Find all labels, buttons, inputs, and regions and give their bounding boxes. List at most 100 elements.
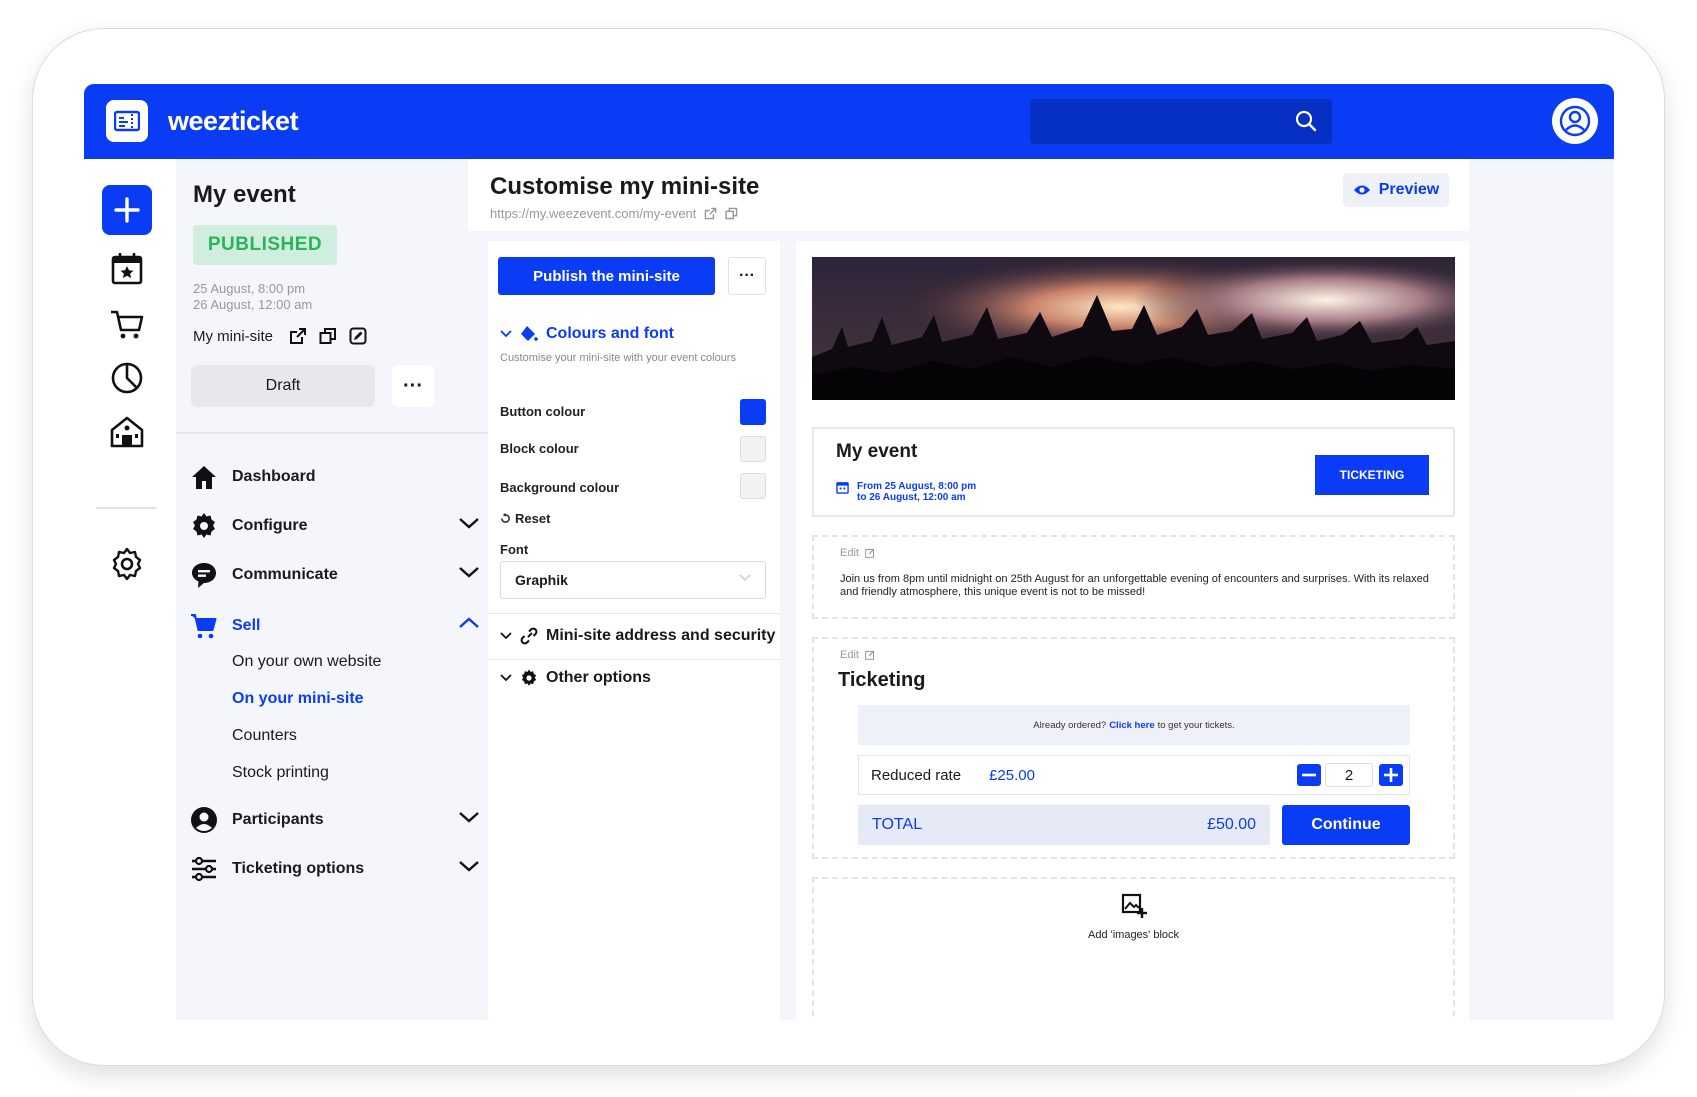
draft-button[interactable]: Draft	[191, 365, 375, 407]
user-circle-icon	[190, 806, 218, 834]
background-colour-label: Background colour	[500, 480, 620, 495]
background-colour-swatch[interactable]	[740, 473, 766, 499]
preview-label: Preview	[1378, 181, 1440, 198]
nav-configure-label: Configure	[232, 517, 308, 534]
add-images-block[interactable]: Add 'images' block	[812, 877, 1455, 1020]
nav-sell-label: Sell	[232, 617, 261, 634]
external-link-icon[interactable]	[704, 207, 717, 220]
publish-button[interactable]: Publish the mini-site	[498, 257, 715, 295]
app-window: weezticket My event PUBLISHED 25 August,…	[84, 84, 1614, 1020]
paint-bucket-icon	[521, 326, 538, 341]
preview-date-line1: From 25 August, 8:00 pm	[857, 481, 977, 492]
edit-ticketing[interactable]: Edit	[840, 649, 875, 661]
mini-site-url[interactable]: https://my.weezevent.com/my-event	[490, 206, 696, 221]
calendar-icon	[836, 482, 849, 494]
quantity-decrease-button[interactable]	[1297, 764, 1321, 786]
font-select-value: Graphik	[515, 572, 568, 588]
rail-settings[interactable]	[106, 543, 148, 585]
event-more-button[interactable]: ···	[392, 365, 434, 407]
edit-label: Edit	[840, 649, 859, 661]
edit-description[interactable]: Edit	[840, 547, 875, 559]
section-address-security[interactable]: Mini-site address and security	[500, 627, 775, 645]
font-select[interactable]: Graphik	[500, 561, 766, 599]
chevron-up-icon[interactable]	[458, 616, 480, 630]
sidebar-divider	[176, 432, 510, 434]
click-here-link[interactable]: Click here	[1109, 720, 1154, 731]
hero-image[interactable]	[812, 257, 1455, 400]
nav-sell-own-website[interactable]: On your own website	[232, 653, 381, 671]
event-description: Join us from 8pm until midnight on 25th …	[840, 573, 1429, 598]
section-colours-font[interactable]: Colours and font	[500, 325, 674, 343]
edit-icon	[865, 650, 875, 660]
sliders-icon	[190, 855, 218, 883]
continue-button[interactable]: Continue	[1282, 805, 1410, 845]
block-colour-swatch[interactable]	[740, 436, 766, 462]
nav-dashboard-label: Dashboard	[232, 468, 316, 485]
description-block[interactable]: Edit Join us from 8pm until midnight on …	[812, 535, 1455, 619]
preview-date-line2: to 26 August, 12:00 am	[857, 492, 966, 503]
chevron-down-icon	[500, 330, 512, 338]
search-input[interactable]	[1030, 99, 1332, 144]
section-other-title: Other options	[546, 669, 651, 686]
total-label: TOTAL	[872, 816, 923, 833]
chevron-down-icon[interactable]	[458, 859, 480, 873]
nav-sell[interactable]: Sell	[190, 612, 490, 640]
reset-button[interactable]: Reset	[500, 511, 550, 526]
page-header: Customise my mini-site https://my.weezev…	[468, 159, 1469, 231]
rail-stats[interactable]	[106, 357, 148, 399]
nav-sell-counters[interactable]: Counters	[232, 727, 297, 745]
section-other-options[interactable]: Other options	[500, 669, 651, 687]
section-colours-title: Colours and font	[546, 325, 674, 342]
user-icon	[1559, 105, 1591, 137]
reset-label: Reset	[515, 511, 551, 526]
calendar-star-icon	[111, 253, 143, 285]
logo[interactable]	[106, 100, 148, 142]
ticket-icon	[114, 110, 140, 132]
user-avatar[interactable]	[1552, 98, 1598, 144]
button-colour-swatch[interactable]	[740, 399, 766, 425]
gear-icon	[190, 512, 218, 540]
nav-communicate[interactable]: Communicate	[190, 561, 490, 589]
add-images-button[interactable]: Add 'images' block	[814, 893, 1453, 941]
nav-sell-stock-printing[interactable]: Stock printing	[232, 764, 329, 782]
nav-ticketing-options[interactable]: Ticketing options	[190, 855, 490, 883]
chevron-down-icon[interactable]	[458, 565, 480, 579]
nav-sell-mini-site[interactable]: On your mini-site	[232, 690, 364, 708]
quantity-input[interactable]: 2	[1325, 763, 1373, 787]
external-link-icon[interactable]	[289, 327, 307, 345]
create-button[interactable]	[102, 185, 152, 235]
preview-event-title: My event	[836, 441, 918, 462]
config-more-button[interactable]: ···	[728, 257, 766, 295]
plus-icon	[114, 197, 140, 223]
minus-icon	[1302, 773, 1316, 777]
ticketing-button[interactable]: TICKETING	[1315, 455, 1429, 495]
rail-venue[interactable]	[106, 411, 148, 453]
mini-site-row: My mini-site	[193, 327, 367, 345]
chevron-down-icon	[500, 674, 512, 682]
total-row: TOTAL £50.00	[858, 805, 1270, 845]
config-divider	[488, 659, 780, 660]
nav-participants-label: Participants	[232, 811, 324, 828]
add-images-label: Add 'images' block	[1087, 929, 1180, 941]
get-tickets-text: to get your tickets.	[1157, 719, 1235, 731]
search-icon[interactable]	[1294, 109, 1318, 133]
settings-icon	[112, 547, 142, 581]
nav-configure[interactable]: Configure	[190, 512, 490, 540]
rail-events[interactable]	[106, 247, 148, 289]
section-colours-desc: Customise your mini-site with your event…	[500, 352, 736, 364]
chevron-down-icon[interactable]	[458, 810, 480, 824]
font-label: Font	[500, 542, 529, 557]
quantity-increase-button[interactable]	[1379, 764, 1403, 786]
rail-sales[interactable]	[106, 303, 148, 345]
status-badge: PUBLISHED	[193, 225, 337, 265]
chevron-down-icon[interactable]	[458, 516, 480, 530]
copy-icon[interactable]	[725, 207, 738, 220]
nav-dashboard[interactable]: Dashboard	[190, 463, 490, 491]
cart-icon	[111, 310, 144, 339]
edit-icon[interactable]	[349, 327, 367, 345]
preview-button[interactable]: Preview	[1343, 173, 1449, 207]
concert-crowd-image	[812, 257, 1455, 400]
preview-event-dates: From 25 August, 8:00 pm to 26 August, 12…	[836, 481, 976, 503]
nav-participants[interactable]: Participants	[190, 806, 490, 834]
copy-icon[interactable]	[319, 327, 337, 345]
